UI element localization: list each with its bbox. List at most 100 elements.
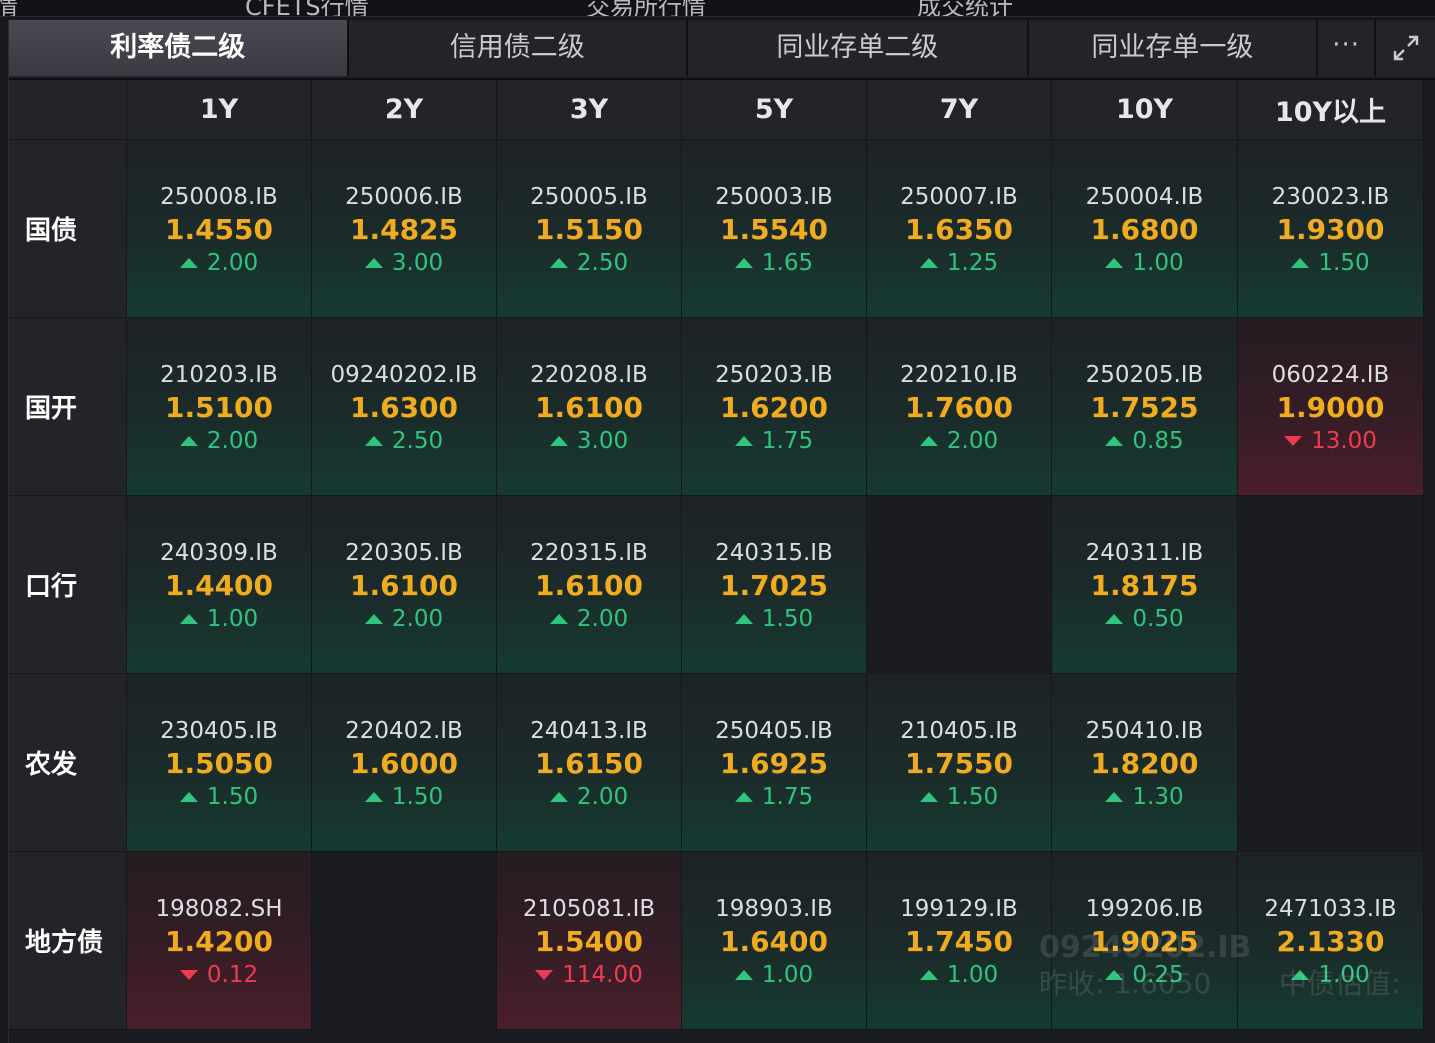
- quote-cell[interactable]: 210405.IB 1.7550 1.50: [867, 674, 1052, 852]
- quote-cell[interactable]: 250410.IB 1.8200 1.30: [1052, 674, 1238, 852]
- bond-yield: 1.6100: [349, 569, 459, 602]
- quote-cell[interactable]: 240311.IB 1.8175 0.50: [1052, 496, 1238, 674]
- quote-cell[interactable]: 220305.IB 1.6100 2.00: [312, 496, 497, 674]
- quote-cell[interactable]: 199129.IB 1.7450 1.00: [867, 852, 1052, 1030]
- bond-code: 220315.IB: [530, 540, 648, 566]
- expand-button[interactable]: [1376, 20, 1435, 76]
- quote-cell[interactable]: 198903.IB 1.6400 1.00: [682, 852, 867, 1030]
- bond-yield: 1.8200: [1090, 747, 1199, 780]
- bond-yield: 1.6100: [534, 569, 644, 602]
- tab-ncd-secondary[interactable]: 同业存单二级: [688, 20, 1029, 76]
- bond-yield: 1.6200: [719, 391, 829, 424]
- change-value: 2.50: [576, 250, 629, 276]
- triangle-down-icon: [1284, 436, 1303, 446]
- bond-code: 09240202.IB: [330, 362, 478, 388]
- triangle-up-icon: [1291, 258, 1310, 268]
- yield-change: 1.50: [1291, 247, 1370, 279]
- triangle-up-icon: [1105, 970, 1124, 980]
- quote-cell[interactable]: 060224.IB 1.9000 13.00: [1238, 318, 1424, 496]
- expand-icon: [1393, 35, 1419, 61]
- yield-change: 1.50: [919, 781, 998, 813]
- quote-cell[interactable]: 250006.IB 1.4825 3.00: [312, 140, 497, 318]
- quote-cell[interactable]: 198082.SH 1.4200 0.12: [127, 852, 312, 1030]
- bond-code: 250410.IB: [1085, 718, 1204, 744]
- triangle-up-icon: [919, 792, 938, 802]
- quote-cell[interactable]: 199206.IB 1.9025 0.25: [1052, 852, 1238, 1030]
- bond-yield: 1.9025: [1090, 925, 1199, 958]
- triangle-up-icon: [549, 614, 568, 624]
- change-value: 0.85: [1132, 428, 1184, 454]
- quote-cell[interactable]: 09240202.IB 1.6300 2.50: [312, 318, 497, 496]
- column-header-5y: 5Y: [682, 80, 867, 140]
- tab-credit-bond-secondary[interactable]: 信用债二级: [348, 20, 689, 76]
- yield-change: 2.50: [364, 425, 444, 457]
- quote-cell[interactable]: 250005.IB 1.5150 2.50: [497, 140, 682, 318]
- row-label: 农发: [9, 674, 127, 852]
- quote-cell[interactable]: 250205.IB 1.7525 0.85: [1052, 318, 1238, 496]
- quote-cell[interactable]: 230405.IB 1.5050 1.50: [127, 674, 312, 852]
- column-header-3y: 3Y: [497, 80, 682, 140]
- bond-yield: 1.6000: [349, 747, 459, 780]
- yield-matrix: 1Y 2Y 3Y 5Y 7Y 10Y 10Y以上 国债 250008.IB 1.4550 2.00 2…: [9, 80, 1424, 1030]
- quote-cell[interactable]: 250008.IB 1.4550 2.00: [127, 140, 312, 318]
- change-value: 2.00: [576, 784, 629, 810]
- bond-code: 250004.IB: [1085, 184, 1204, 210]
- change-value: 2.00: [206, 250, 259, 276]
- bond-code: 250008.IB: [160, 184, 278, 210]
- triangle-up-icon: [179, 436, 198, 446]
- change-value: 2.50: [391, 428, 444, 454]
- bond-code: 250005.IB: [530, 184, 648, 210]
- quote-cell[interactable]: 2105081.IB 1.5400 114.00: [497, 852, 682, 1030]
- change-value: 1.75: [761, 784, 814, 810]
- yield-change: 2.00: [549, 781, 629, 813]
- tab-rate-bond-secondary[interactable]: 利率债二级: [9, 20, 349, 76]
- top-nav-item[interactable]: 成交统计: [917, 0, 1013, 16]
- yield-change: 1.00: [734, 959, 813, 991]
- quote-cell[interactable]: 250003.IB 1.5540 1.65: [682, 140, 867, 318]
- bond-yield: 1.9300: [1276, 213, 1385, 246]
- top-nav-item[interactable]: 情: [0, 0, 18, 16]
- quote-cell[interactable]: 2471033.IB 2.1330 1.00: [1238, 852, 1424, 1030]
- top-nav-item[interactable]: 交易所行情: [586, 0, 706, 16]
- yield-change: 1.50: [179, 781, 258, 813]
- yield-change: 0.50: [1105, 603, 1184, 635]
- row-label: 地方债: [9, 852, 127, 1030]
- change-value: 1.00: [946, 962, 999, 988]
- bond-code: 2471033.IB: [1264, 896, 1397, 922]
- quote-cell[interactable]: 210203.IB 1.5100 2.00: [127, 318, 312, 496]
- quote-cell[interactable]: 250007.IB 1.6350 1.25: [867, 140, 1052, 318]
- column-header-10y以上: 10Y以上: [1238, 80, 1424, 140]
- quote-cell[interactable]: 250405.IB 1.6925 1.75: [682, 674, 867, 852]
- top-nav-item[interactable]: CFETS行情: [245, 0, 369, 16]
- quote-cell[interactable]: 230023.IB 1.9300 1.50: [1238, 140, 1424, 318]
- quote-cell[interactable]: 240315.IB 1.7025 1.50: [682, 496, 867, 674]
- tab-ncd-primary[interactable]: 同业存单一级: [1028, 20, 1319, 76]
- bond-yield: 1.5150: [534, 213, 644, 246]
- quote-cell[interactable]: 220315.IB 1.6100 2.00: [497, 496, 682, 674]
- triangle-up-icon: [734, 258, 753, 268]
- tab-bar: 利率债二级 信用债二级 同业存单二级 同业存单一级 ···: [9, 20, 1435, 80]
- quote-cell[interactable]: 240413.IB 1.6150 2.00: [497, 674, 682, 852]
- quote-cell[interactable]: 250004.IB 1.6800 1.00: [1052, 140, 1238, 318]
- bond-yield: 1.4550: [164, 213, 274, 246]
- bond-code: 220402.IB: [345, 718, 463, 744]
- bond-yield: 1.4200: [164, 925, 274, 958]
- quote-cell[interactable]: 250203.IB 1.6200 1.75: [682, 318, 867, 496]
- bond-code: 250205.IB: [1085, 362, 1204, 388]
- bond-yield: 1.4825: [349, 213, 459, 246]
- yield-change: 1.75: [734, 425, 814, 457]
- change-value: 13.00: [1311, 428, 1377, 454]
- yield-change: 0.25: [1105, 959, 1184, 991]
- quote-cell[interactable]: 240309.IB 1.4400 1.00: [127, 496, 312, 674]
- more-tabs-button[interactable]: ···: [1318, 20, 1377, 76]
- quote-cell[interactable]: 220208.IB 1.6100 3.00: [497, 318, 682, 496]
- quote-cell[interactable]: 220402.IB 1.6000 1.50: [312, 674, 497, 852]
- corner-cell: [9, 80, 127, 140]
- change-value: 1.75: [761, 428, 814, 454]
- yield-change: 0.85: [1105, 425, 1184, 457]
- change-value: 2.00: [946, 428, 999, 454]
- triangle-up-icon: [1105, 436, 1124, 446]
- empty-quote-cell: [312, 852, 497, 1030]
- quote-cell[interactable]: 220210.IB 1.7600 2.00: [867, 318, 1052, 496]
- triangle-down-icon: [535, 970, 554, 980]
